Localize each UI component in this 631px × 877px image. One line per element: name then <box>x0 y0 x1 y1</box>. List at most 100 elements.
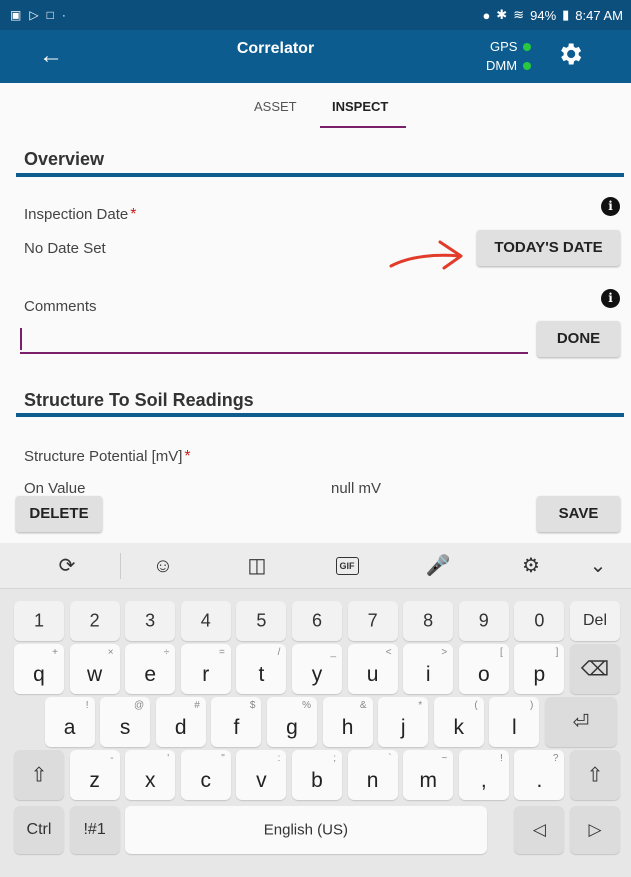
key-alt-symbol: : <box>277 753 281 764</box>
key-alt-symbol: # <box>194 700 200 711</box>
key-label: d <box>174 716 187 739</box>
key-7[interactable]: 7 <box>347 601 398 641</box>
key-label: Del <box>582 612 607 629</box>
keyboard-settings-icon[interactable]: ⚙ <box>516 553 546 579</box>
inspection-date-info-icon[interactable]: i <box>601 197 620 216</box>
shift-right-key[interactable]: ⇧ <box>570 750 620 800</box>
wifi-icon: ≋ <box>513 7 525 22</box>
inspection-date-label-text: Inspection Date <box>24 206 129 223</box>
key-label: . <box>536 769 543 792</box>
key-alt-symbol: ` <box>388 753 392 764</box>
key-period[interactable]: ?. <box>514 750 565 800</box>
collapse-chevron-icon[interactable]: ⌄ <box>583 553 613 579</box>
key-alt-symbol: _ <box>330 647 336 658</box>
key-label: 6 <box>311 610 322 631</box>
key-4[interactable]: 4 <box>180 601 231 641</box>
key-y[interactable]: _ y <box>292 644 342 694</box>
key-p[interactable]: ] p <box>514 644 565 694</box>
key-5[interactable]: 5 <box>236 601 287 641</box>
status-bar: ▣ ▷ □ · ● ✱ ≋ 94% ▮ 8:47 AM <box>0 0 631 30</box>
key-b[interactable]: ; b <box>292 750 342 800</box>
gif-label: GIF <box>335 557 359 575</box>
settings-gear-icon[interactable] <box>556 40 584 68</box>
app-screen: ▣ ▷ □ · ● ✱ ≋ 94% ▮ 8:47 AM ← Correlator… <box>0 0 631 877</box>
annotation-arrow-icon <box>389 240 463 270</box>
key-alt-symbol: * <box>418 700 423 711</box>
enter-key[interactable]: ⏎ <box>544 697 617 747</box>
key-label: p <box>533 663 546 686</box>
key-z[interactable]: -z <box>69 750 120 800</box>
key-9[interactable]: 9 <box>458 601 509 641</box>
key-8[interactable]: 8 <box>403 601 454 641</box>
active-tab-indicator <box>320 126 406 128</box>
key-m[interactable]: ~ m <box>403 750 454 800</box>
key-0[interactable]: 0 <box>514 601 565 641</box>
key-3[interactable]: 3 <box>125 601 176 641</box>
todays-date-button[interactable]: TODAY'S DATE <box>477 230 620 266</box>
key-label: v <box>256 769 267 792</box>
gps-status-dot <box>523 42 532 51</box>
key-k[interactable]: (k <box>433 697 484 747</box>
tab-asset[interactable]: ASSET <box>254 99 297 114</box>
key-alt-symbol: ~ <box>441 753 448 764</box>
ctrl-key[interactable]: Ctrl <box>14 806 64 854</box>
key-label: ⇧ <box>586 764 604 787</box>
key-s[interactable]: @ s <box>100 697 151 747</box>
space-key[interactable]: English (US) <box>125 806 487 854</box>
key-x[interactable]: ' x <box>125 750 176 800</box>
done-button[interactable]: DONE <box>537 321 620 357</box>
tab-inspect[interactable]: INSPECT <box>332 99 388 114</box>
key-d[interactable]: # d <box>155 697 206 747</box>
key-label: !#1 <box>83 821 106 838</box>
key-comma[interactable]: !, <box>458 750 509 800</box>
delete-button[interactable]: DELETE <box>16 496 102 532</box>
backspace-key[interactable]: ⌫ <box>570 644 620 694</box>
key-l[interactable]: ) l <box>489 697 540 747</box>
key-j[interactable]: * j <box>378 697 429 747</box>
key-r[interactable]: = r <box>180 644 231 694</box>
key-alt-symbol: [ <box>500 647 503 658</box>
gif-icon[interactable]: GIF <box>332 553 362 579</box>
key-i[interactable]: > i <box>403 644 454 694</box>
key-n[interactable]: ` n <box>347 750 398 800</box>
key-o[interactable]: [o <box>458 644 509 694</box>
symbols-key[interactable]: !#1 <box>69 806 120 854</box>
key-label: 8 <box>423 610 434 631</box>
delete-key[interactable]: Del <box>570 601 620 641</box>
key-2[interactable]: 2 <box>69 601 120 641</box>
structure-potential-label-text: Structure Potential [mV] <box>24 448 183 465</box>
key-alt-symbol: < <box>385 647 392 658</box>
emoji-icon[interactable]: ☺ <box>148 553 178 579</box>
cursor-right-key[interactable]: ▷ <box>570 806 620 854</box>
key-g[interactable]: % g <box>266 697 317 747</box>
key-q[interactable]: + q <box>14 644 64 694</box>
key-alt-symbol: % <box>302 700 311 711</box>
key-u[interactable]: < u <box>347 644 398 694</box>
key-label: 5 <box>256 610 267 631</box>
key-1[interactable]: 1 <box>14 601 64 641</box>
sticker-icon[interactable]: ◫ <box>242 553 272 579</box>
key-w[interactable]: × w <box>69 644 120 694</box>
key-alt-symbol: ! <box>500 753 503 764</box>
shift-left-key[interactable]: ⇧ <box>14 750 64 800</box>
translate-icon[interactable]: ⟳ <box>52 553 82 579</box>
key-6[interactable]: 6 <box>292 601 342 641</box>
comments-input[interactable] <box>20 324 528 354</box>
key-e[interactable]: ÷ e <box>125 644 176 694</box>
save-button[interactable]: SAVE <box>537 496 620 532</box>
key-label: ⌫ <box>580 658 610 681</box>
mic-icon[interactable]: 🎤 <box>423 553 453 579</box>
key-h[interactable]: & h <box>322 697 373 747</box>
key-alt-symbol: ÷ <box>163 647 170 658</box>
required-marker: * <box>184 448 191 465</box>
key-v[interactable]: :v <box>236 750 287 800</box>
screenshot-notification-icon: □ <box>46 8 54 22</box>
key-t[interactable]: / t <box>236 644 287 694</box>
key-c[interactable]: " c <box>180 750 231 800</box>
comments-info-icon[interactable]: i <box>601 289 620 308</box>
key-a[interactable]: ! a <box>44 697 95 747</box>
key-alt-symbol: " <box>221 753 225 764</box>
key-alt-symbol: $ <box>249 700 256 711</box>
key-f[interactable]: $ f <box>211 697 262 747</box>
cursor-left-key[interactable]: ◁ <box>514 806 565 854</box>
